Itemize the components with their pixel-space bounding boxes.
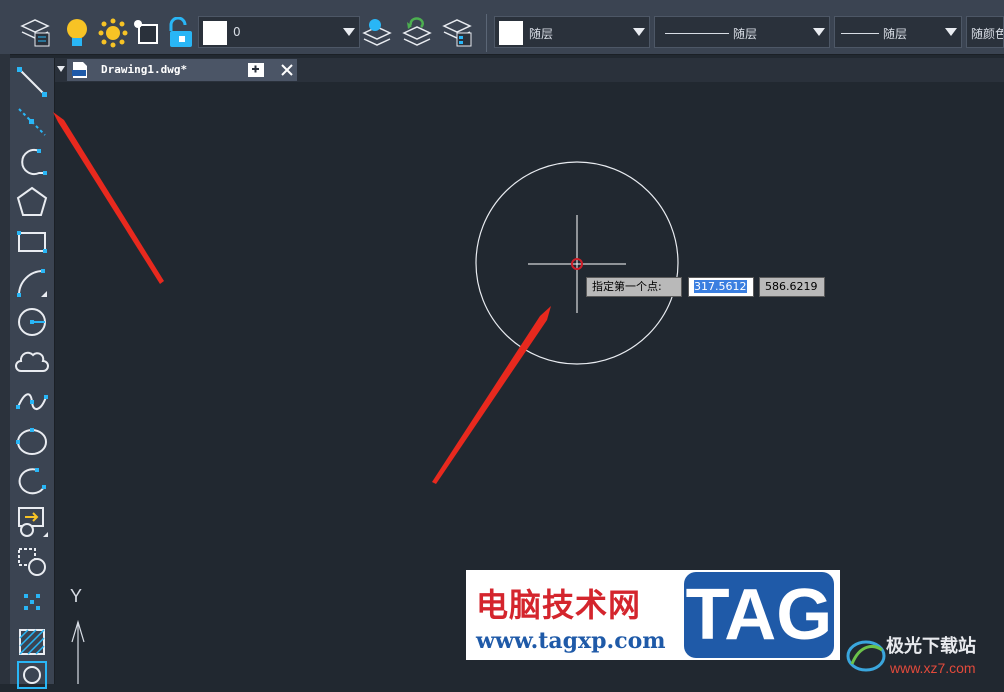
corner-watermark: 极光下载站 www.xz7.com [846, 630, 1004, 684]
watermark-logo: TAG [684, 572, 834, 658]
corner-watermark-title: 极光下载站 [886, 636, 976, 657]
ucs-y-label: Y [70, 586, 83, 606]
y-coordinate-input[interactable]: 586.6219 [759, 277, 825, 297]
watermark-banner: 电脑技术网 www.tagxp.com TAG [466, 570, 840, 660]
command-prompt-tooltip: 指定第一个点: [586, 277, 682, 297]
crosshair-cursor [528, 215, 626, 313]
corner-watermark-url: www.xz7.com [890, 660, 976, 676]
annotation-arrow-2 [432, 306, 551, 484]
annotation-arrow-1 [53, 112, 164, 284]
ucs-icon [71, 619, 85, 684]
x-coordinate-input[interactable]: 317.5612 [688, 277, 754, 297]
aurora-logo-icon [846, 640, 886, 672]
x-coordinate-value: 317.5612 [694, 280, 747, 293]
watermark-title: 电脑技术网 [476, 586, 642, 624]
watermark-url: www.tagxp.com [476, 628, 666, 654]
